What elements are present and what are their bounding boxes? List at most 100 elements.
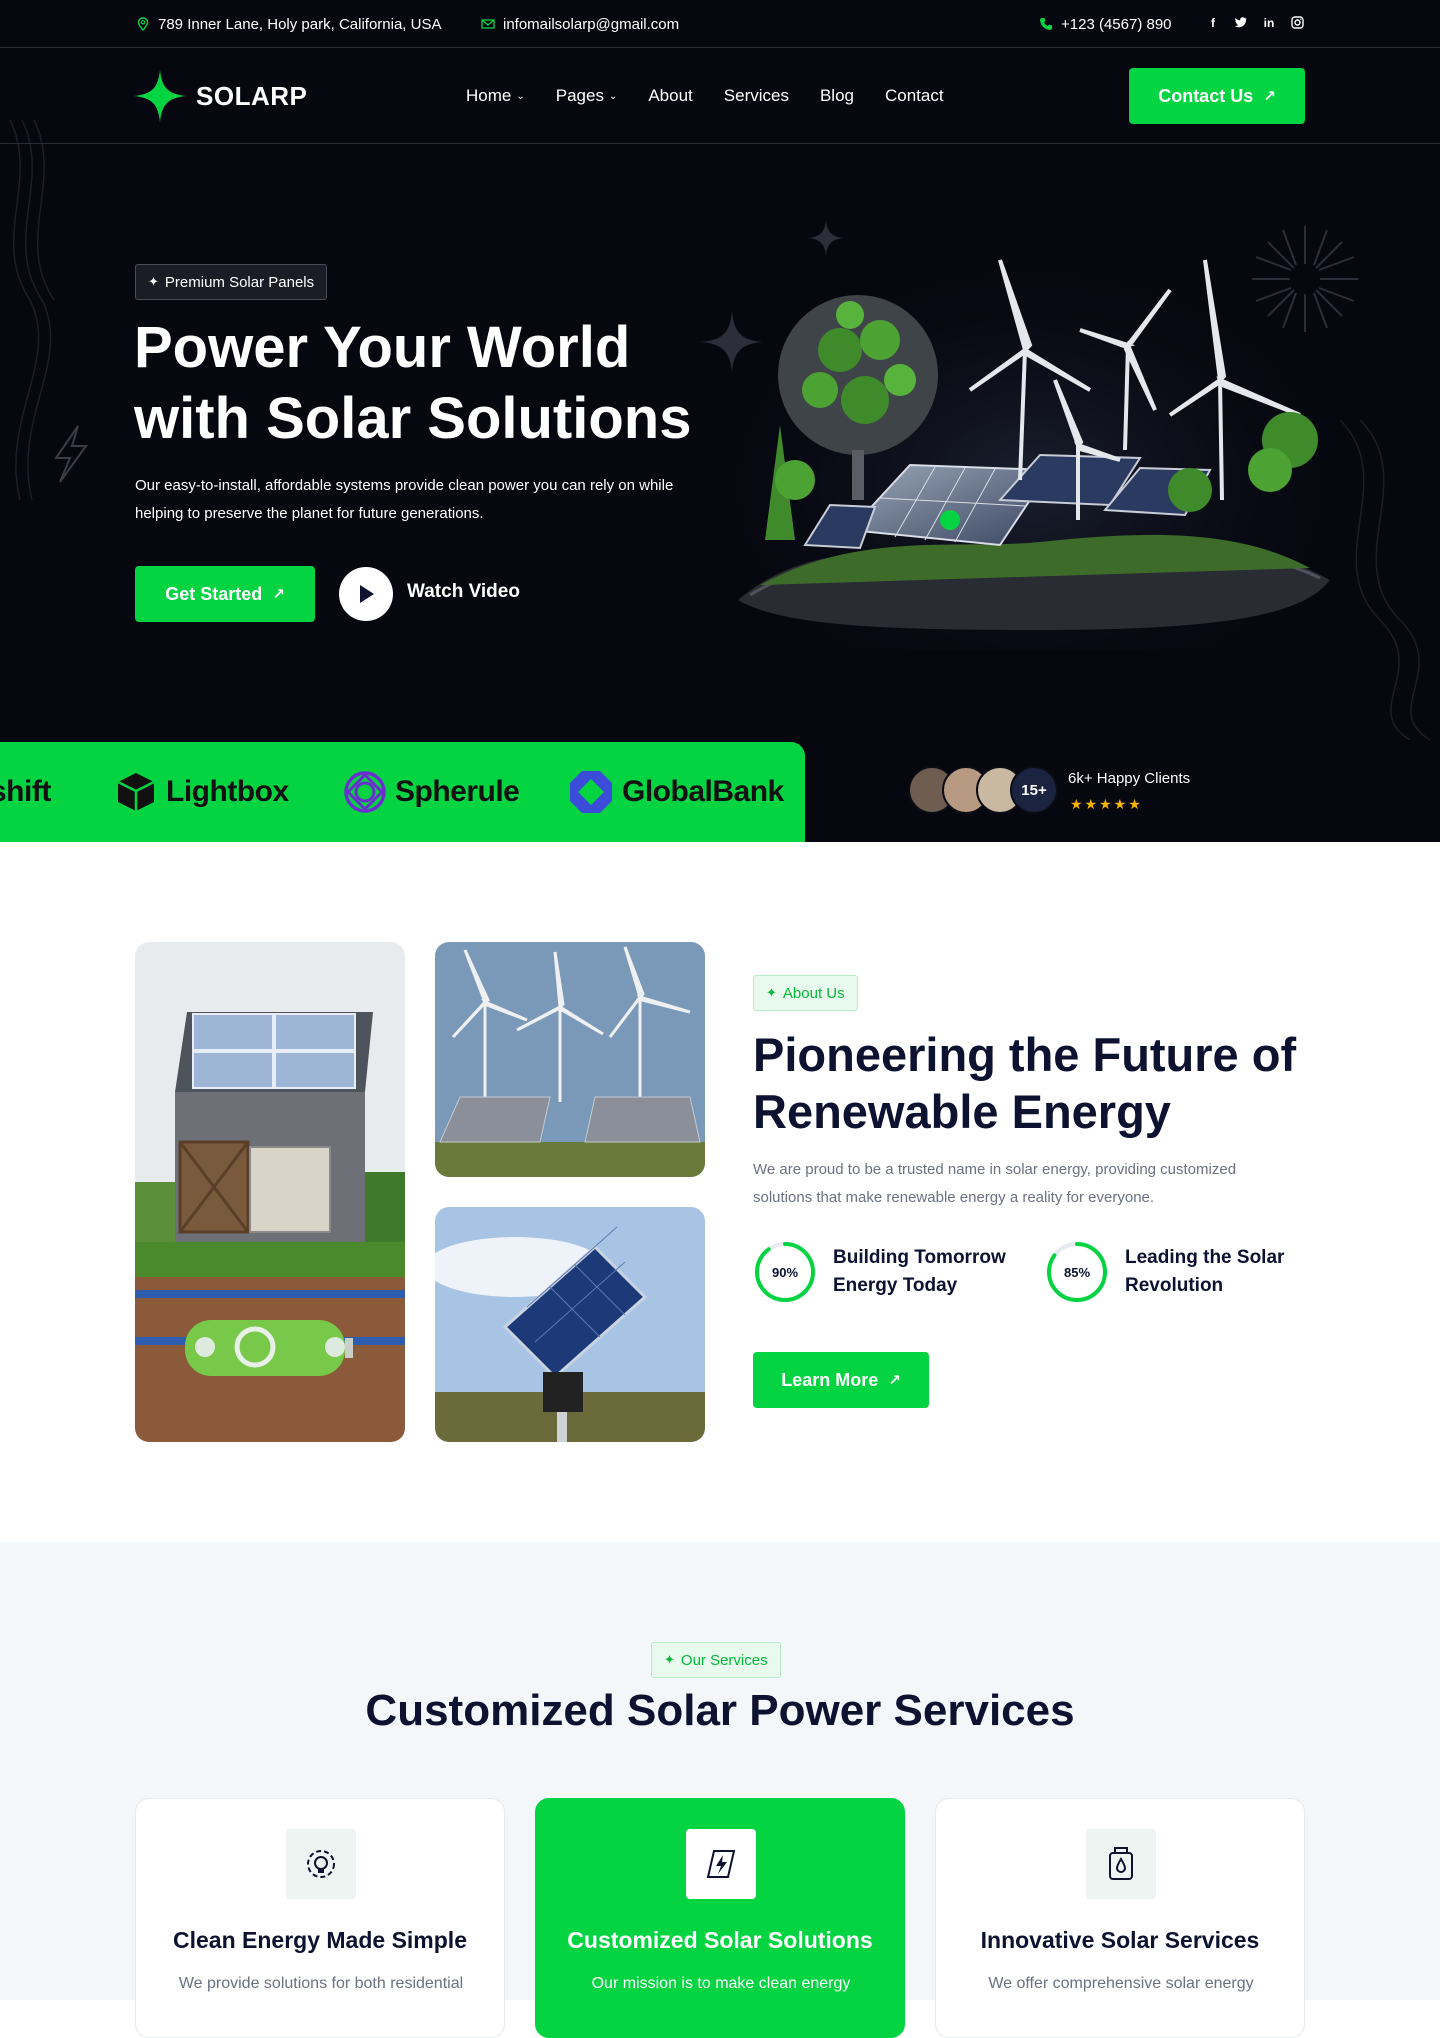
brand-logo[interactable]: SOLARP — [134, 70, 307, 122]
about-image-house — [135, 942, 405, 1442]
contact-us-button[interactable]: Contact Us ↗ — [1129, 68, 1305, 124]
windmill-field-illustration — [435, 942, 705, 1177]
nav-about[interactable]: About — [648, 86, 692, 106]
address-text: 789 Inner Lane, Holy park, California, U… — [158, 15, 442, 33]
partner-name: shift — [0, 775, 51, 808]
hero-badge-label: Premium Solar Panels — [164, 273, 315, 291]
nav-services[interactable]: Services — [724, 86, 789, 106]
twitter-bird-icon — [1234, 17, 1247, 28]
arrow-up-right-icon: ↗ — [1263, 88, 1276, 105]
sphere-logo-icon — [344, 771, 386, 813]
about-badge: ✦ About Us — [753, 975, 858, 1011]
mail-icon — [481, 19, 495, 29]
arrow-up-right-icon: ↗ — [272, 586, 285, 603]
stat-label: Building Tomorrow Energy Today — [833, 1244, 1006, 1300]
services-title: Customized Solar Power Services — [365, 1686, 1075, 1735]
stat-label-line2: Energy Today — [833, 1275, 958, 1296]
solar-bolt-icon — [686, 1829, 756, 1899]
hero-title-line1: Power Your World — [134, 315, 631, 380]
happy-clients-avatars: 15+ — [908, 766, 1058, 814]
service-card-text: Our mission is to make clean energy — [591, 1975, 851, 1992]
topbar-phone[interactable]: +123 (4567) 890 — [1039, 0, 1172, 48]
learn-more-label: Learn More — [781, 1369, 879, 1390]
learn-more-button[interactable]: Learn More ↗ — [753, 1352, 929, 1408]
main-navbar: SOLARP Home ⌄ Pages ⌄ About Services Blog … — [0, 48, 1440, 144]
stat-label-line1: Building Tomorrow — [833, 1247, 1006, 1268]
twitter-icon[interactable] — [1227, 16, 1255, 32]
sparkle-icon: ✦ — [766, 985, 777, 1000]
partner-logo-shift: shift — [0, 742, 51, 842]
happy-clients-label: 6k+ Happy Clients — [1068, 770, 1191, 787]
gear-bulb-icon-svg — [307, 1850, 335, 1878]
progress-percent: 85% — [1063, 1264, 1091, 1280]
battery-drop-icon-svg — [1109, 1847, 1133, 1880]
brand-name: SOLARP — [196, 80, 308, 111]
chevron-down-icon: ⌄ — [516, 90, 525, 102]
sparkle-icon: ✦ — [664, 1652, 675, 1667]
service-card-customized[interactable]: Customized Solar Solutions Our mission i… — [535, 1798, 905, 2038]
hero-illustration — [710, 230, 1350, 650]
stat-label: Leading the Solar Revolution — [1125, 1244, 1284, 1300]
partner-name: GlobalBank — [622, 775, 784, 808]
stat-label-line1: Leading the Solar — [1125, 1247, 1285, 1268]
topbar-email[interactable]: infomailsolarp@gmail.com — [481, 0, 679, 48]
nav-home[interactable]: Home ⌄ — [466, 86, 525, 106]
nav-pages[interactable]: Pages ⌄ — [556, 86, 618, 106]
service-card-innovative[interactable]: Innovative Solar Services We offer compr… — [935, 1798, 1305, 2038]
solar-bolt-icon-svg — [706, 1850, 736, 1878]
service-card-title: Customized Solar Solutions — [567, 1927, 873, 1953]
stat-label-line2: Revolution — [1125, 1275, 1224, 1296]
services-badge-label: Our Services — [680, 1651, 768, 1669]
nav-home-label: Home — [466, 86, 512, 105]
service-card-text: We provide solutions for both residentia… — [178, 1975, 464, 1992]
arrow-up-right-icon: ↗ — [888, 1372, 901, 1389]
topbar-address: 789 Inner Lane, Holy park, California, U… — [136, 0, 441, 48]
about-badge-label: About Us — [782, 984, 845, 1002]
clients-count-badge: 15+ — [1010, 766, 1058, 814]
progress-ring: 90% — [753, 1240, 817, 1304]
solar-panel-pole-illustration — [435, 1207, 705, 1442]
battery-drop-icon — [1086, 1829, 1156, 1899]
nav-menu: Home ⌄ Pages ⌄ About Services Blog Contact — [466, 48, 944, 144]
sparkle-icon: ✦ — [148, 274, 159, 289]
partner-logo-globalbank: GlobalBank — [568, 742, 784, 842]
gear-bulb-icon — [286, 1829, 356, 1899]
rating-stars: ★★★★★ — [1070, 796, 1143, 812]
facebook-icon[interactable]: f — [1199, 16, 1227, 32]
play-video-button[interactable] — [339, 567, 393, 621]
about-description: We are proud to be a trusted name in sol… — [753, 1161, 1237, 1206]
phone-text: +123 (4567) 890 — [1061, 15, 1172, 33]
service-card-text: We offer comprehensive solar energy — [988, 1975, 1254, 1992]
nav-contact[interactable]: Contact — [885, 86, 944, 106]
instagram-camera-icon — [1290, 16, 1304, 29]
about-image-solar-panel — [435, 1207, 705, 1442]
hero-title-line2: with Solar Solutions — [134, 386, 692, 451]
service-card-title: Clean Energy Made Simple — [173, 1927, 467, 1953]
instagram-icon[interactable] — [1283, 16, 1311, 32]
house-battery-illustration — [135, 942, 405, 1442]
get-started-button[interactable]: Get Started ↗ — [135, 566, 315, 622]
partner-name: Lightbox — [166, 775, 289, 808]
location-pin-icon — [137, 17, 149, 31]
services-badge: ✦ Our Services — [651, 1642, 781, 1678]
stat-leading-revolution: 85% Leading the Solar Revolution — [1045, 1240, 1284, 1304]
about-image-windmills — [435, 942, 705, 1177]
watch-video-label[interactable]: Watch Video — [407, 581, 520, 603]
service-card-clean-energy[interactable]: Clean Energy Made Simple We provide solu… — [135, 1798, 505, 2038]
lightning-bolt-decoration — [54, 425, 88, 483]
hero-title: Power Your World with Solar Solutions — [134, 312, 754, 454]
get-started-label: Get Started — [165, 583, 263, 604]
nav-pages-label: Pages — [555, 86, 604, 105]
linkedin-icon[interactable]: in — [1255, 16, 1283, 32]
partner-logos-strip: shift Lightbox Spherule GlobalBank — [0, 742, 805, 842]
hero-badge: ✦ Premium Solar Panels — [135, 264, 328, 300]
phone-icon — [1040, 18, 1052, 30]
contact-us-label: Contact Us — [1158, 85, 1254, 106]
progress-ring: 85% — [1045, 1240, 1109, 1304]
cube-logo-icon — [117, 773, 155, 811]
nav-blog[interactable]: Blog — [820, 86, 854, 106]
play-icon — [360, 585, 374, 603]
social-links: f in — [1199, 16, 1311, 32]
email-text: infomailsolarp@gmail.com — [503, 15, 680, 33]
partner-logo-lightbox: Lightbox — [116, 742, 289, 842]
